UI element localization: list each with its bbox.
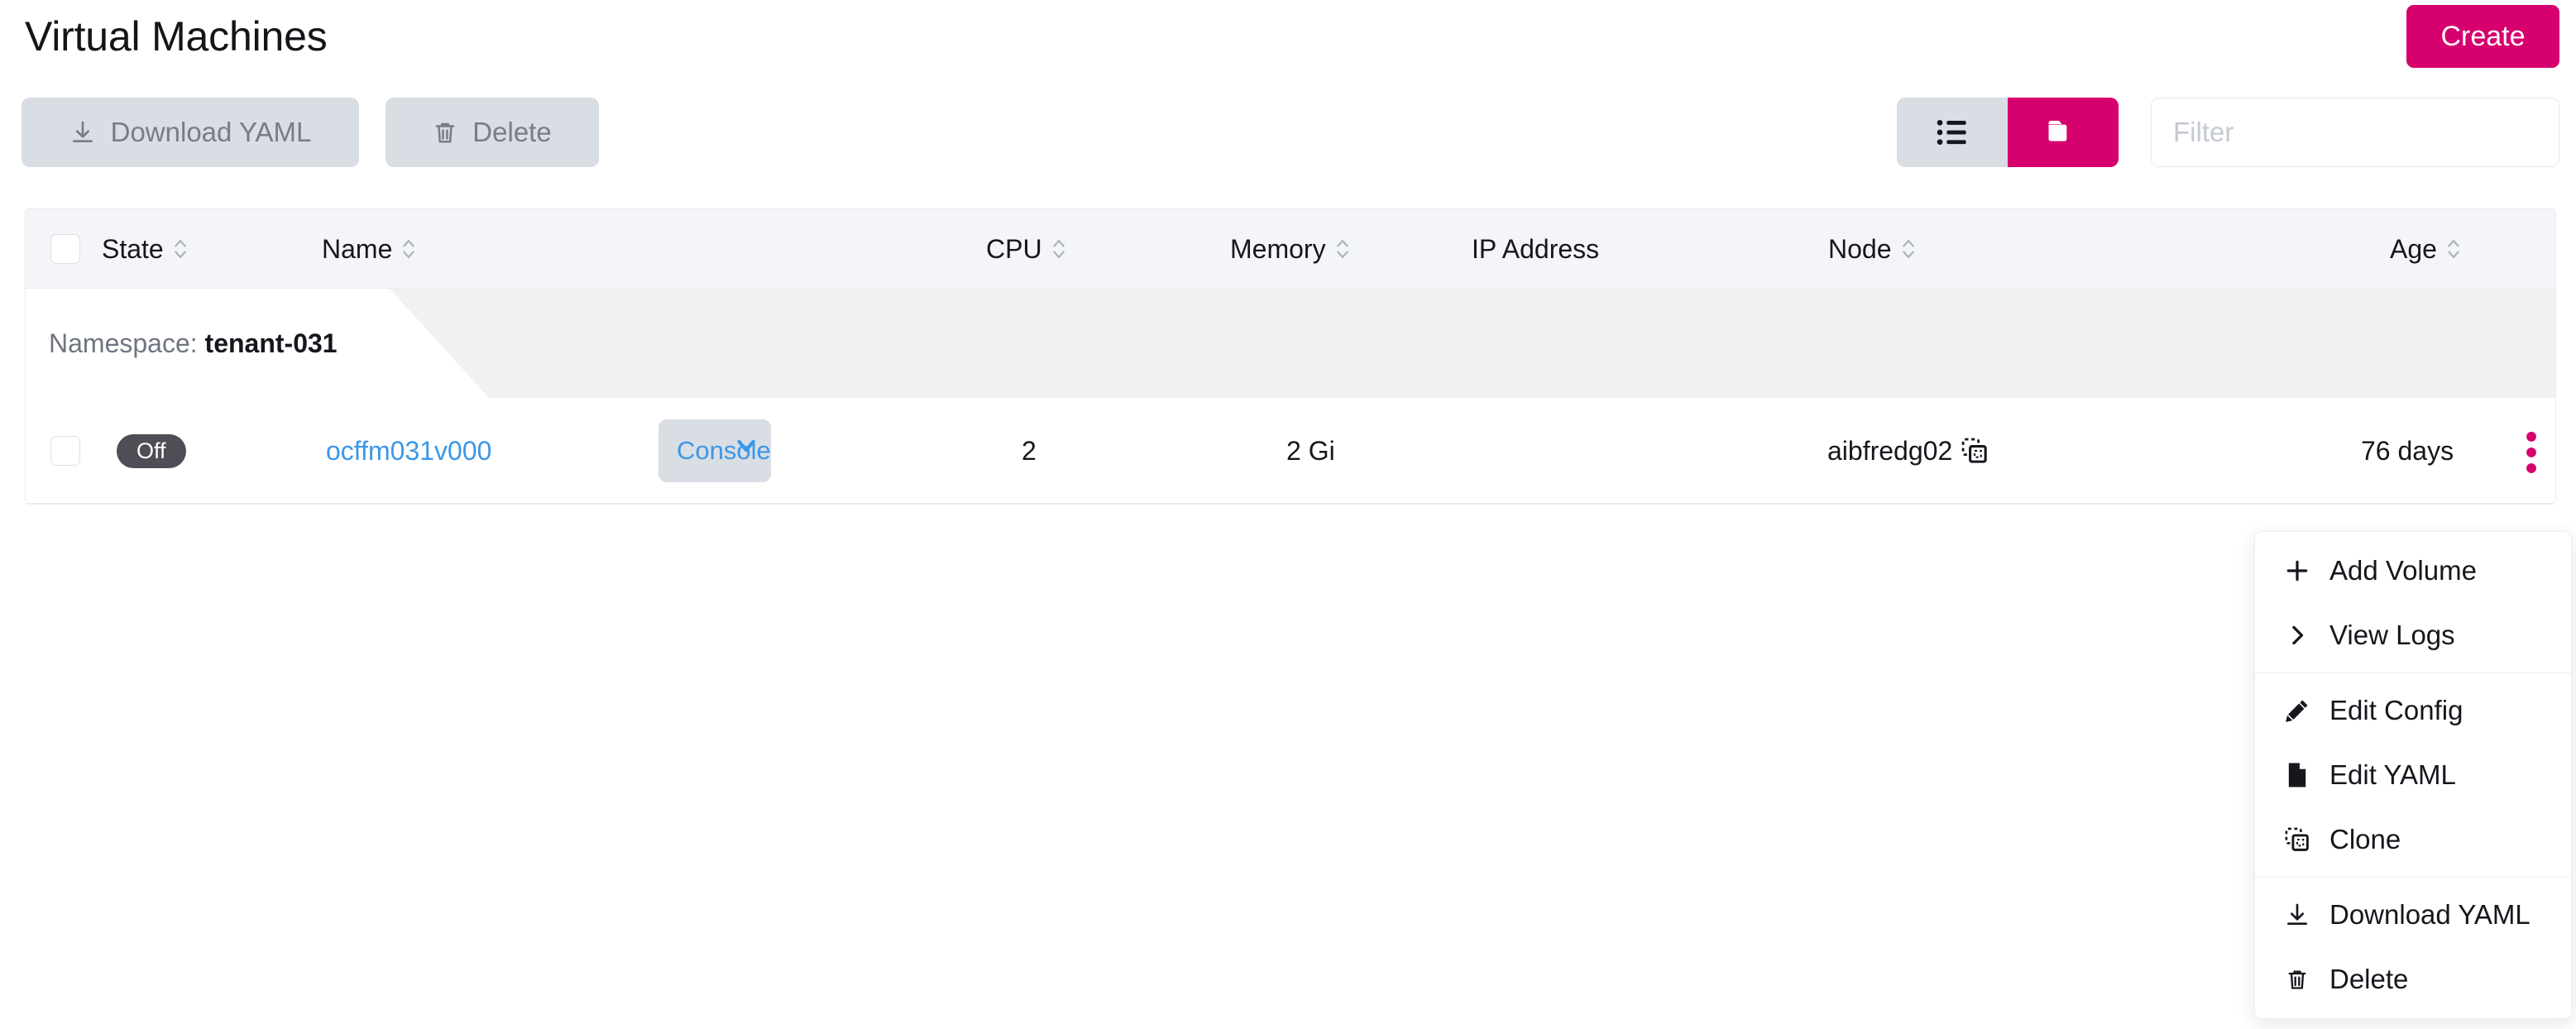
column-header-age-label: Age [2390,233,2437,264]
row-actions-kebab-menu-icon[interactable] [2526,431,2537,478]
column-header-node[interactable]: Node [1828,209,1917,289]
menu-separator [2255,672,2571,673]
view-mode-toggle [1897,98,2119,167]
namespace-group-value: tenant-031 [204,328,338,358]
menu-item-clone[interactable]: Clone [2255,807,2571,872]
column-header-state[interactable]: State [102,209,189,289]
column-header-ip-address-label: IP Address [1472,233,1600,264]
row-select-checkbox[interactable] [50,436,80,466]
node-name-text: aibfredg02 [1827,435,1953,466]
row-actions-context-menu: Add Volume View Logs Edit Config Edit YA… [2254,531,2572,1019]
folder-icon [2047,118,2080,146]
trash-icon [433,120,457,145]
filter-input[interactable] [2151,98,2559,167]
cell-node: aibfredg02 [1827,398,1989,504]
table-row: Off ocffm031v000 Console 2 2 Gi aibfredg… [26,398,2555,504]
namespace-group-tab: Namespace: tenant-031 [26,289,489,398]
status-badge: Off [117,433,186,468]
filter-field-wrapper [2151,98,2559,167]
menu-item-download-yaml-label: Download YAML [2329,899,2531,930]
cell-console: Console [658,398,771,504]
table-header-row: State Name CPU Memory IP Address Node Ag… [26,209,2555,289]
download-yaml-label: Download YAML [110,117,312,147]
menu-item-download-yaml[interactable]: Download YAML [2255,883,2571,947]
pencil-icon [2283,698,2311,723]
download-icon [2283,902,2311,928]
select-all-checkbox[interactable] [50,234,80,264]
virtual-machines-table: State Name CPU Memory IP Address Node Ag… [25,208,2556,505]
list-icon [1936,118,1969,146]
menu-item-clone-label: Clone [2329,824,2401,854]
cell-state: Off [117,398,186,504]
menu-item-edit-yaml[interactable]: Edit YAML [2255,743,2571,807]
column-header-name[interactable]: Name [322,209,417,289]
column-header-node-label: Node [1828,233,1892,264]
menu-item-edit-config[interactable]: Edit Config [2255,678,2571,743]
namespace-group-row: Namespace: tenant-031 [26,289,2555,398]
menu-item-delete[interactable]: Delete [2255,947,2571,1012]
namespace-group-text: Namespace: tenant-031 [49,328,338,359]
view-toggle-folder-button[interactable] [2008,98,2119,167]
virtual-machines-page: Virtual Machines Create Download YAML De… [0,0,2576,1029]
sort-icon [1051,235,1067,263]
namespace-group-label: Namespace: [49,328,198,358]
cell-name: ocffm031v000 [326,398,491,504]
cell-age: 76 days [2361,435,2454,466]
toolbar: Download YAML Delete [0,98,2576,177]
view-toggle-list-button[interactable] [1897,98,2008,167]
sort-icon [1334,235,1351,263]
column-header-name-label: Name [322,233,393,264]
download-yaml-button[interactable]: Download YAML [22,98,359,167]
clone-icon [2283,826,2311,853]
column-header-ip-address: IP Address [1472,209,1599,289]
plus-icon [2283,558,2311,584]
file-icon [2283,762,2311,788]
column-header-memory-label: Memory [1230,233,1326,264]
column-header-cpu[interactable]: CPU [986,209,1067,289]
chevron-down-icon [735,436,758,458]
menu-separator [2255,877,2571,878]
menu-item-view-logs[interactable]: View Logs [2255,603,2571,668]
menu-item-add-volume-label: Add Volume [2329,555,2477,586]
sort-icon [172,235,189,263]
trash-icon [2283,967,2311,992]
column-header-state-label: State [102,233,164,264]
cell-cpu: 2 [1022,435,1037,466]
menu-item-view-logs-label: View Logs [2329,620,2455,650]
column-header-cpu-label: CPU [986,233,1042,264]
menu-item-add-volume[interactable]: Add Volume [2255,538,2571,603]
create-button[interactable]: Create [2406,5,2559,68]
menu-item-delete-label: Delete [2329,964,2409,994]
download-icon [69,119,96,146]
sort-icon [1900,235,1917,263]
chevron-right-icon [2283,623,2311,648]
delete-label: Delete [472,117,552,147]
menu-item-edit-yaml-label: Edit YAML [2329,759,2456,790]
page-title: Virtual Machines [25,13,328,60]
console-dropdown-button[interactable]: Console [658,419,771,482]
vm-name-link[interactable]: ocffm031v000 [326,436,491,467]
clone-icon[interactable] [1961,437,1989,465]
menu-item-edit-config-label: Edit Config [2329,695,2463,725]
sort-icon [2445,235,2462,263]
sort-icon [400,235,417,263]
delete-button[interactable]: Delete [385,98,599,167]
column-header-age[interactable]: Age [2390,209,2462,289]
cell-memory: 2 Gi [1286,435,1335,466]
column-header-memory[interactable]: Memory [1230,209,1351,289]
